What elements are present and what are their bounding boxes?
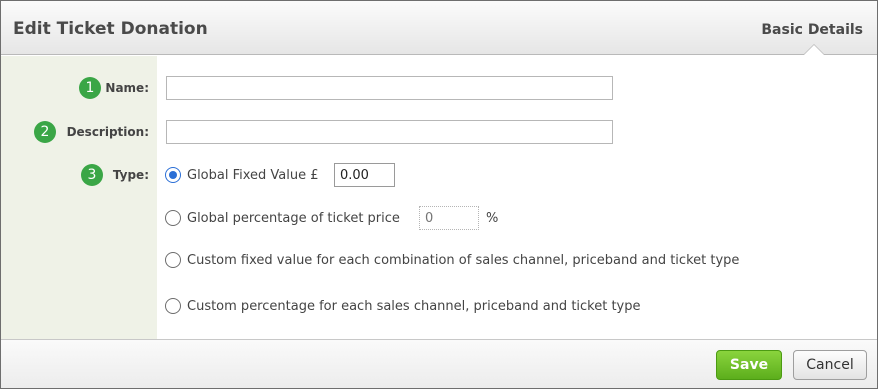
name-input[interactable] bbox=[166, 76, 613, 100]
description-input[interactable] bbox=[166, 120, 613, 144]
dialog-header: Edit Ticket Donation Basic Details bbox=[1, 1, 877, 55]
global-fixed-label: Global Fixed Value £ bbox=[187, 168, 319, 183]
label-column bbox=[1, 56, 157, 339]
tab-basic-details[interactable]: Basic Details bbox=[761, 22, 863, 38]
percent-suffix: % bbox=[486, 211, 499, 226]
step-2-badge: 2 bbox=[34, 121, 56, 143]
save-button[interactable]: Save bbox=[716, 350, 782, 380]
custom-percentage-label: Custom percentage for each sales channel… bbox=[187, 299, 641, 314]
edit-ticket-donation-dialog: Edit Ticket Donation Basic Details 1 Nam… bbox=[0, 0, 878, 389]
custom-fixed-label: Custom fixed value for each combination … bbox=[187, 253, 740, 268]
radio-custom-percentage[interactable] bbox=[165, 298, 181, 314]
global-fixed-amount-input[interactable] bbox=[334, 163, 395, 187]
global-percentage-input[interactable] bbox=[419, 206, 479, 230]
type-label: Type: bbox=[112, 168, 149, 182]
radio-global-percentage[interactable] bbox=[165, 210, 181, 226]
step-1-badge: 1 bbox=[79, 77, 101, 99]
radio-custom-fixed[interactable] bbox=[165, 252, 181, 268]
step-3-badge: 3 bbox=[81, 164, 103, 186]
description-label: Description: bbox=[66, 125, 149, 139]
dialog-footer: Save Cancel bbox=[1, 339, 877, 388]
radio-global-fixed[interactable] bbox=[165, 167, 181, 183]
dialog-title: Edit Ticket Donation bbox=[13, 19, 208, 39]
cancel-button[interactable]: Cancel bbox=[793, 350, 867, 380]
global-percentage-label: Global percentage of ticket price bbox=[187, 211, 400, 226]
name-label: Name: bbox=[105, 81, 149, 95]
